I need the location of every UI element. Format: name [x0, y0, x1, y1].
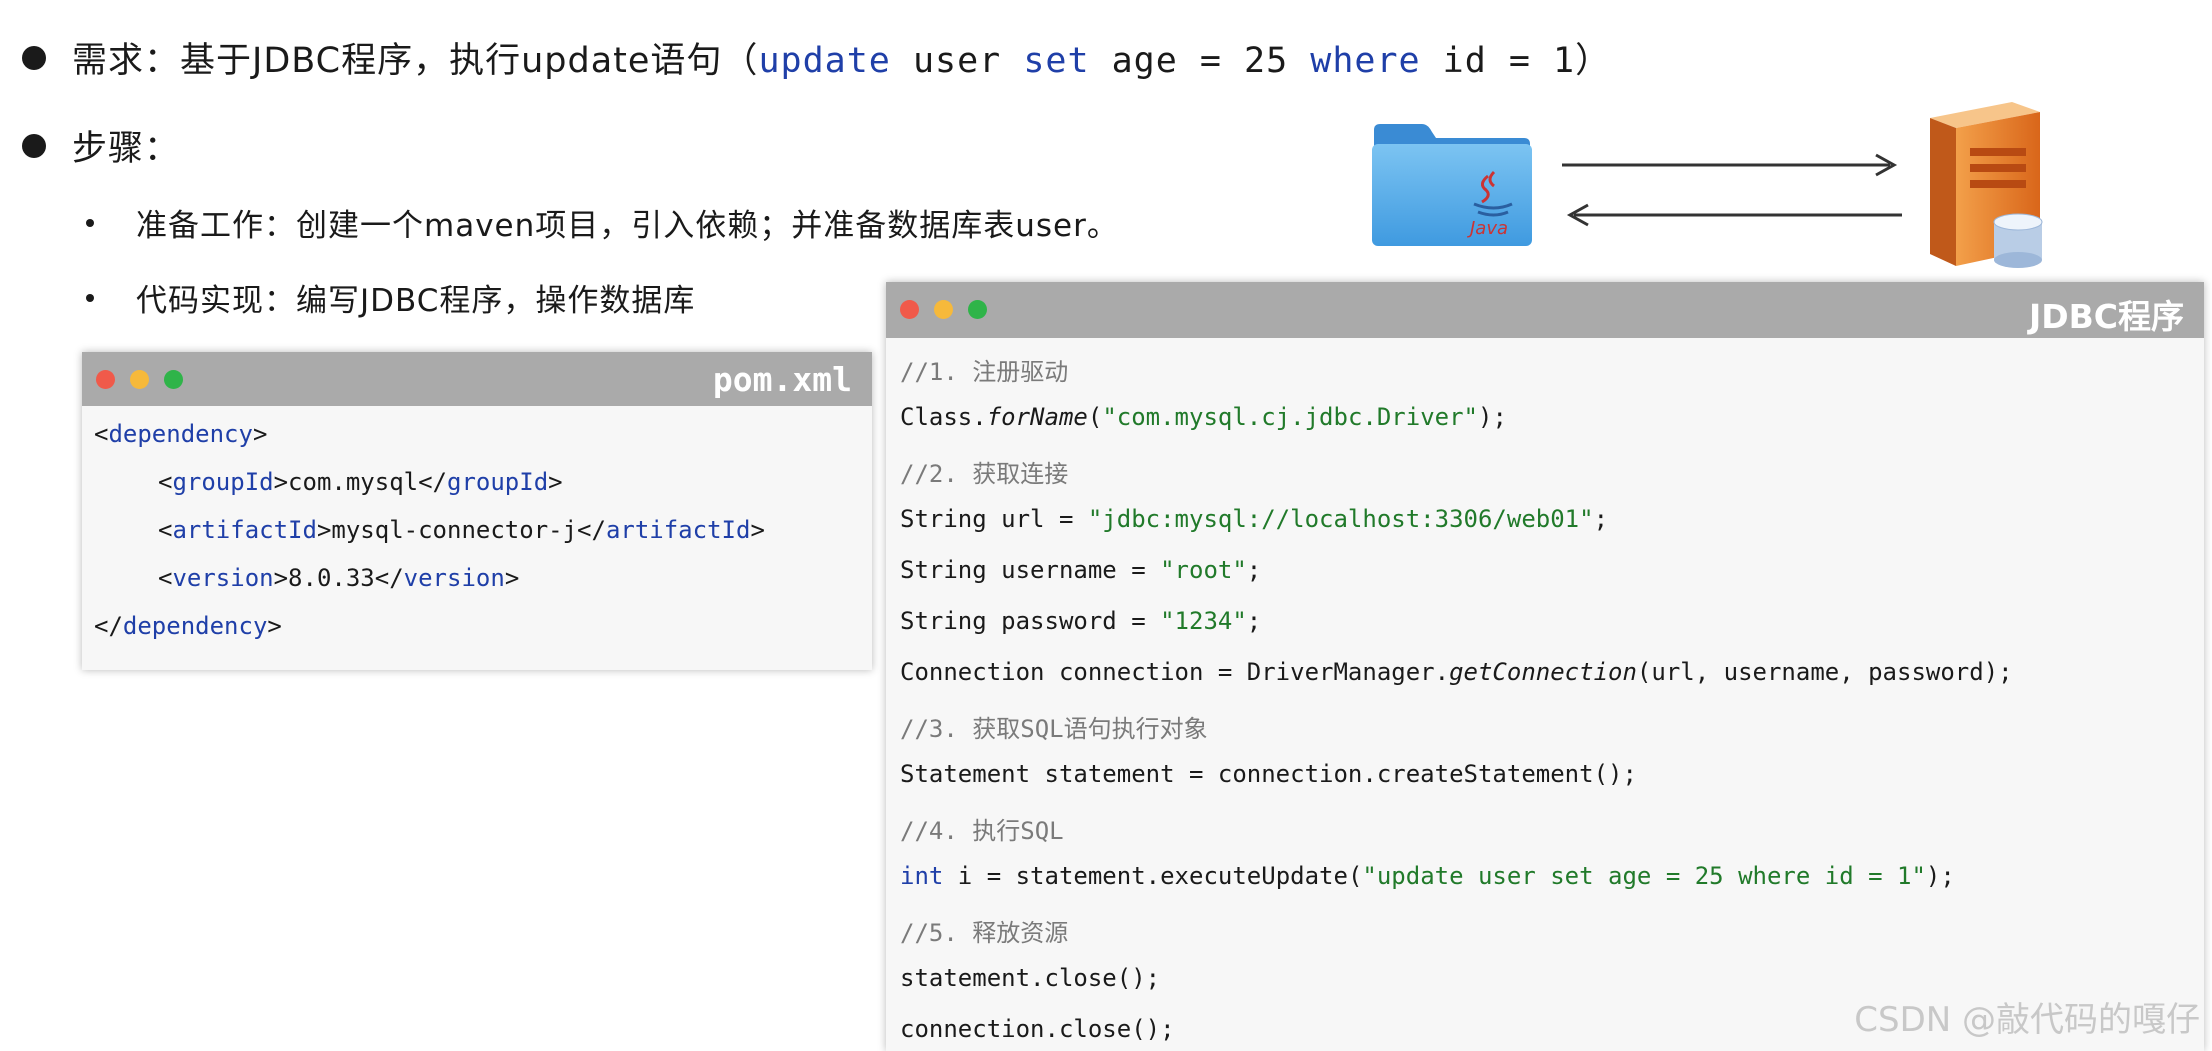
- maximize-window-button[interactable]: [164, 370, 183, 389]
- code-line: String username = "root";: [900, 556, 1262, 584]
- code-comment: //1. 注册驱动: [900, 358, 1069, 386]
- close-window-button[interactable]: [900, 300, 919, 319]
- minimize-window-button[interactable]: [130, 370, 149, 389]
- sub-item-implement: 代码实现：编写JDBC程序，操作数据库: [86, 275, 695, 320]
- code-line: String password = "1234";: [900, 607, 1262, 635]
- pom-xml-window: pom.xml <dependency> <groupId>com.mysql<…: [82, 352, 872, 670]
- code-comment: //3. 获取SQL语句执行对象: [900, 715, 1208, 743]
- sql-keyword: where: [1310, 41, 1421, 81]
- steps-bullet: 步骤：: [22, 120, 180, 171]
- code-line: String url = "jdbc:mysql://localhost:330…: [900, 505, 1609, 533]
- sub-item-prepare: 准备工作：创建一个maven项目，引入依赖；并准备数据库表user。: [86, 200, 1119, 245]
- code-comment: //2. 获取连接: [900, 460, 1069, 488]
- code-line: <groupId>com.mysql</groupId>: [158, 468, 563, 496]
- sql-keyword: set: [1023, 41, 1090, 81]
- code-line: Statement statement = connection.createS…: [900, 760, 1637, 788]
- window-titlebar: JDBC程序: [886, 282, 2204, 338]
- window-title: pom.xml: [712, 360, 852, 399]
- code-line: Connection connection = DriverManager.ge…: [900, 658, 2013, 686]
- maximize-window-button[interactable]: [968, 300, 987, 319]
- bullet-dot: [22, 133, 46, 158]
- minimize-window-button[interactable]: [934, 300, 953, 319]
- sub-item-text: 准备工作：创建一个maven项目，引入依赖；并准备数据库表user。: [136, 208, 1119, 244]
- steps-label: 步骤：: [72, 129, 181, 169]
- sub-bullet-dot: [86, 293, 94, 302]
- arrow-right-icon: [1560, 150, 1905, 180]
- sql-keyword: update: [758, 41, 891, 81]
- code-line: Class.forName("com.mysql.cj.jdbc.Driver"…: [900, 403, 1507, 431]
- code-line: <dependency>: [94, 420, 268, 448]
- window-title: JDBC程序: [2028, 297, 2184, 336]
- arrow-left-icon: [1560, 200, 1905, 230]
- close-window-button[interactable]: [96, 370, 115, 389]
- java-folder-icon: Java: [1370, 122, 1534, 248]
- code-line: </dependency>: [94, 612, 282, 640]
- requirement-bullet: 需求：基于JDBC程序，执行update语句（update user set a…: [22, 32, 1611, 83]
- code-comment: //5. 释放资源: [900, 919, 1069, 947]
- sub-bullet-dot: [86, 218, 94, 227]
- window-titlebar: pom.xml: [82, 352, 872, 406]
- requirement-text: 需求：基于JDBC程序，执行update语句（update user set a…: [72, 41, 1612, 81]
- watermark: CSDN @敲代码的嘎仔: [1854, 1000, 2200, 1040]
- code-line: connection.close();: [900, 1015, 1175, 1043]
- code-line: <version>8.0.33</version>: [158, 564, 520, 592]
- code-line: statement.close();: [900, 964, 1161, 992]
- sub-item-text: 代码实现：编写JDBC程序，操作数据库: [136, 283, 696, 319]
- jdbc-program-window: JDBC程序 //1. 注册驱动 Class.forName("com.mysq…: [886, 282, 2204, 1051]
- database-server-icon: [1916, 98, 2050, 270]
- bullet-dot: [22, 45, 46, 70]
- code-comment: //4. 执行SQL: [900, 817, 1064, 845]
- java-label: Java: [1467, 218, 1508, 239]
- code-line: int i = statement.executeUpdate("update …: [900, 862, 1955, 890]
- code-line: <artifactId>mysql-connector-j</artifactI…: [158, 516, 765, 544]
